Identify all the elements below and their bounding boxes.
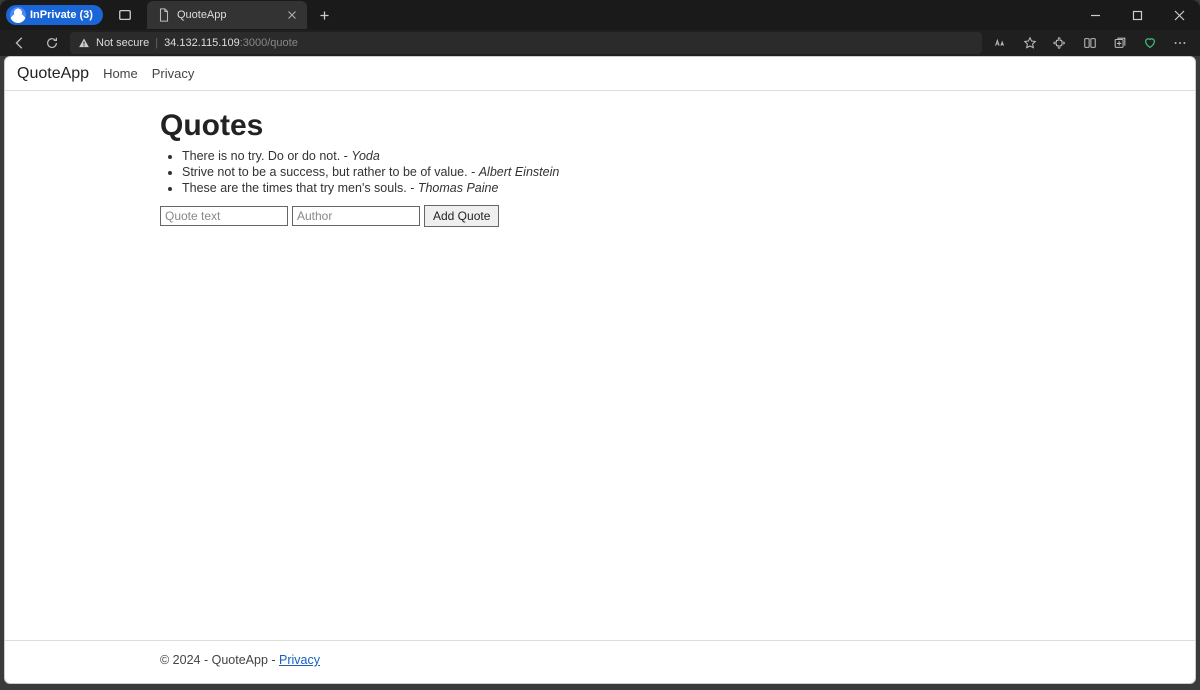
window-controls — [1074, 0, 1200, 30]
quote-list: There is no try. Do or do not. - Yoda St… — [160, 149, 1040, 195]
nav-link-home[interactable]: Home — [103, 66, 138, 81]
list-item: Strive not to be a success, but rather t… — [182, 165, 1040, 179]
browser-essentials-button[interactable] — [1136, 31, 1164, 55]
close-icon[interactable] — [285, 8, 299, 22]
extensions-button[interactable] — [1046, 31, 1074, 55]
new-tab-button[interactable] — [311, 1, 339, 29]
profile-avatar-icon — [10, 7, 26, 23]
maximize-button[interactable] — [1116, 0, 1158, 30]
list-item: There is no try. Do or do not. - Yoda — [182, 149, 1040, 163]
tab-title: QuoteApp — [177, 9, 279, 21]
collections-button[interactable] — [1106, 31, 1134, 55]
rectangle-icon — [118, 8, 132, 22]
close-window-button[interactable] — [1158, 0, 1200, 30]
more-icon — [1173, 36, 1187, 50]
quote-text: These are the times that try men's souls… — [182, 181, 407, 195]
heart-icon — [1143, 36, 1157, 50]
inprivate-badge[interactable]: InPrivate (3) — [6, 5, 103, 25]
puzzle-icon — [1053, 36, 1067, 50]
quote-text: Strive not to be a success, but rather t… — [182, 165, 468, 179]
not-secure-label: Not secure — [96, 37, 149, 49]
quote-author: Thomas Paine — [418, 181, 499, 195]
nav-link-privacy[interactable]: Privacy — [152, 66, 195, 81]
close-icon — [1174, 10, 1185, 21]
footer-privacy-link[interactable]: Privacy — [279, 653, 320, 667]
quote-author: Yoda — [351, 149, 380, 163]
refresh-button[interactable] — [38, 31, 66, 55]
refresh-icon — [45, 36, 59, 50]
minimize-icon — [1090, 10, 1101, 21]
quote-text: There is no try. Do or do not. — [182, 149, 340, 163]
browser-tab[interactable]: QuoteApp — [147, 1, 307, 29]
text-size-icon — [993, 36, 1007, 50]
add-quote-button[interactable]: Add Quote — [424, 205, 499, 227]
split-screen-button[interactable] — [1076, 31, 1104, 55]
inprivate-label: InPrivate (3) — [30, 9, 93, 21]
minimize-button[interactable] — [1074, 0, 1116, 30]
footer-copyright: © 2024 - QuoteApp - — [160, 653, 279, 667]
page-title: Quotes — [160, 109, 1040, 143]
address-bar[interactable]: Not secure | 34.132.115.109:3000/quote — [70, 32, 982, 54]
favorite-button[interactable] — [1016, 31, 1044, 55]
main-content: Quotes There is no try. Do or do not. - … — [160, 91, 1040, 640]
site-navbar: QuoteApp Home Privacy — [5, 57, 1195, 91]
browser-toolbar: Not secure | 34.132.115.109:3000/quote — [0, 30, 1200, 56]
plus-icon — [318, 9, 331, 22]
add-quote-form: Add Quote — [160, 205, 1040, 227]
read-aloud-button[interactable] — [986, 31, 1014, 55]
author-input[interactable] — [292, 206, 420, 226]
site-brand[interactable]: QuoteApp — [17, 65, 89, 83]
site-footer: © 2024 - QuoteApp - Privacy — [5, 640, 1195, 683]
list-item: These are the times that try men's souls… — [182, 181, 1040, 195]
quote-author: Albert Einstein — [479, 165, 560, 179]
quote-text-input[interactable] — [160, 206, 288, 226]
warning-icon — [78, 37, 90, 49]
url-text: 34.132.115.109:3000/quote — [164, 37, 298, 49]
page-viewport: QuoteApp Home Privacy Quotes There is no… — [4, 56, 1196, 684]
back-button[interactable] — [6, 31, 34, 55]
workspaces-button[interactable] — [111, 1, 139, 29]
divider: | — [155, 37, 158, 49]
arrow-left-icon — [13, 36, 27, 50]
toolbar-right — [986, 31, 1194, 55]
browser-titlebar: InPrivate (3) QuoteApp — [0, 0, 1200, 30]
page-icon — [157, 8, 171, 22]
collections-icon — [1113, 36, 1127, 50]
star-icon — [1023, 36, 1037, 50]
split-icon — [1083, 36, 1097, 50]
settings-menu-button[interactable] — [1166, 31, 1194, 55]
maximize-icon — [1132, 10, 1143, 21]
